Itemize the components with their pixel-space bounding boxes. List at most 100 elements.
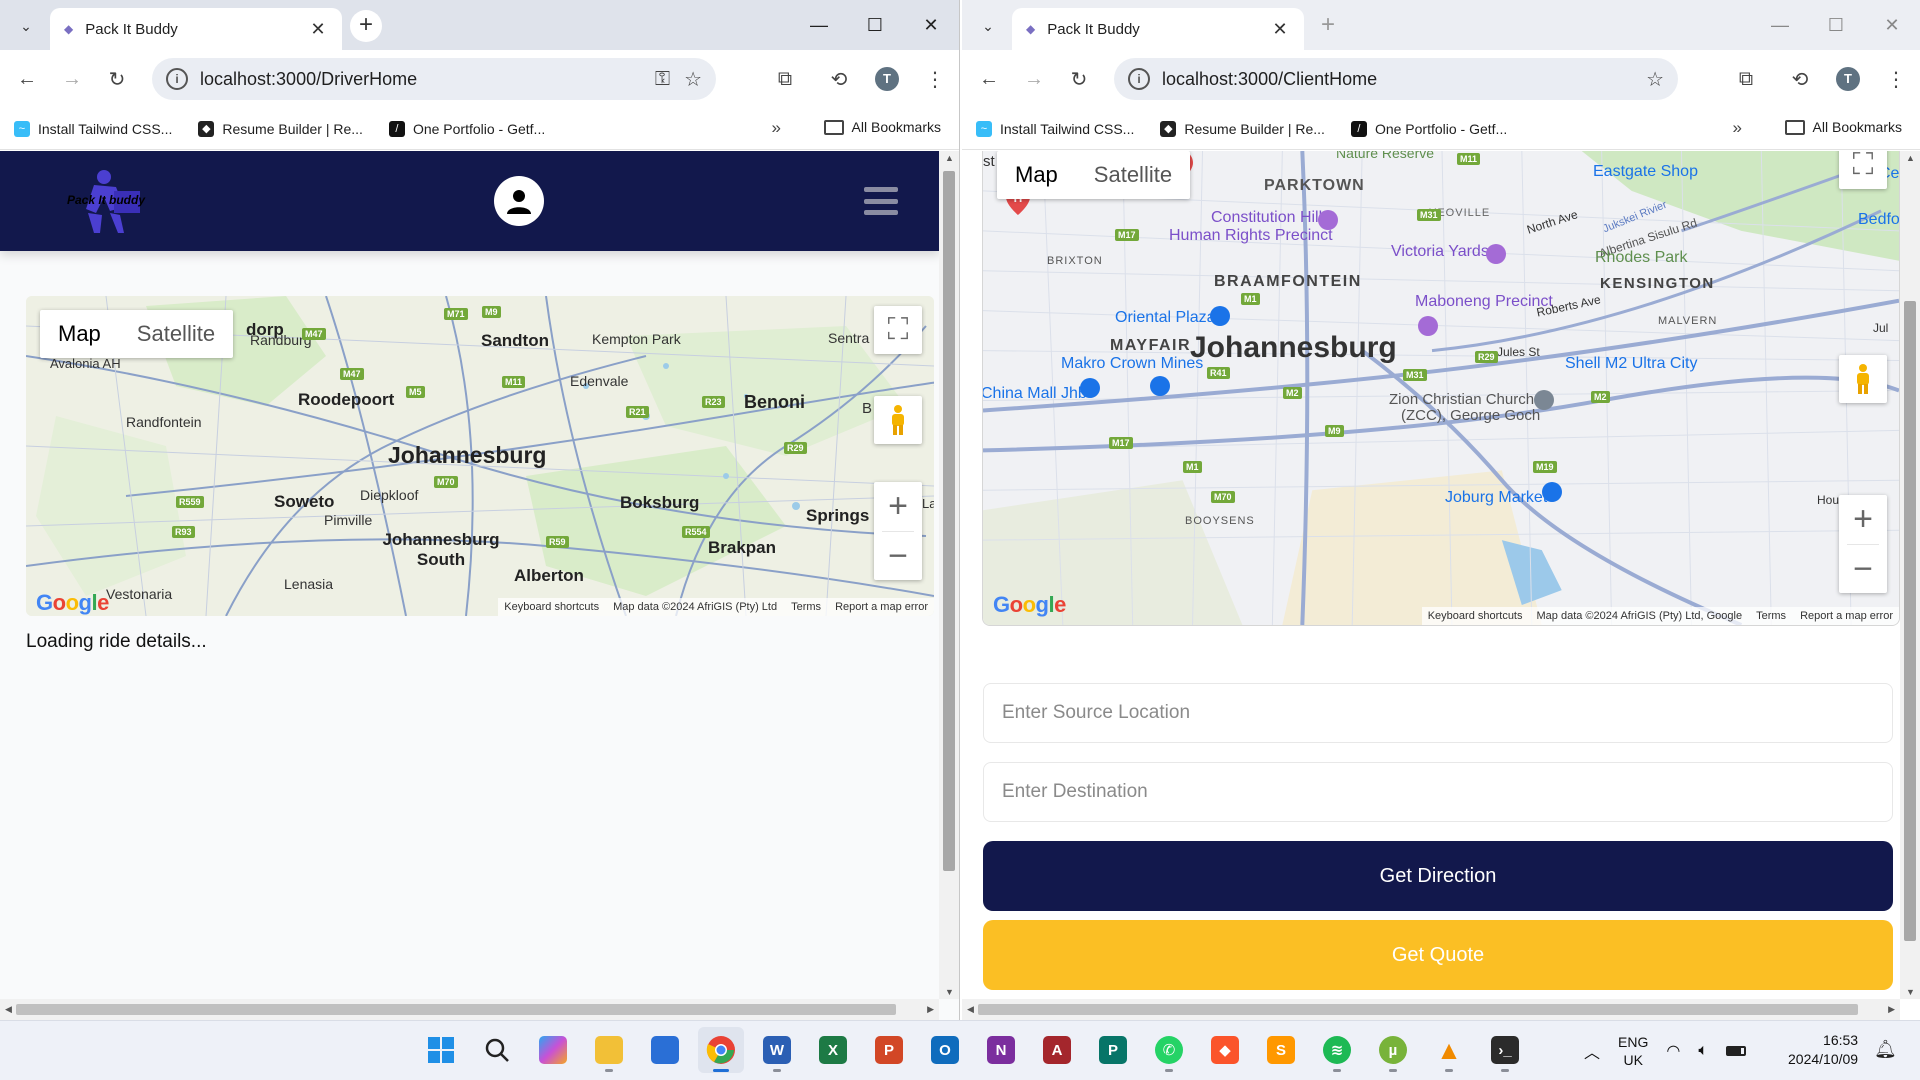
shopping-pin-icon[interactable] [1079,377,1101,399]
pegman-street-view-icon[interactable] [874,396,922,444]
notification-bell-icon[interactable]: 🔔︎ [1874,1039,1897,1060]
tab-search-chevron-icon[interactable]: ⌄ [14,14,38,38]
scroll-thumb[interactable] [1904,301,1916,941]
get-direction-button[interactable]: Get Direction [983,841,1893,911]
word-icon[interactable]: W [754,1027,800,1073]
whatsapp-icon[interactable]: ✆ [1146,1027,1192,1073]
scroll-thumb[interactable] [943,171,955,871]
sublime-text-icon[interactable]: S [1258,1027,1304,1073]
more-bookmarks-icon[interactable]: » [1733,118,1742,138]
reload-icon[interactable]: ↻ [99,61,135,97]
wifi-icon[interactable]: ◠ [1666,1041,1680,1061]
keyboard-shortcuts-link[interactable]: Keyboard shortcuts [504,601,599,613]
tab-close-icon[interactable]: ✕ [1270,19,1290,40]
site-info-icon[interactable]: i [1128,68,1150,90]
profile-avatar[interactable]: T [1836,67,1860,91]
windows-start-icon[interactable] [418,1027,464,1073]
shopping-pin-icon[interactable] [1209,305,1231,327]
profile-button[interactable] [494,176,544,226]
report-error-link[interactable]: Report a map error [835,601,928,613]
access-icon[interactable]: A [1034,1027,1080,1073]
minimize-icon[interactable]: — [1752,0,1808,50]
brave-icon[interactable]: ◆ [1202,1027,1248,1073]
scroll-right-icon[interactable]: ▶ [927,1004,934,1015]
more-bookmarks-icon[interactable]: » [772,118,781,138]
scroll-thumb[interactable] [978,1004,1858,1015]
scroll-right-icon[interactable]: ▶ [1888,1004,1895,1015]
scroll-up-icon[interactable]: ▲ [1906,153,1915,163]
back-icon[interactable]: ← [971,61,1007,97]
bookmark-item[interactable]: / One Portfolio - Getf... [1350,120,1507,137]
bookmark-item[interactable]: ~ Install Tailwind CSS... [976,120,1134,137]
tab-close-icon[interactable]: ✕ [308,19,328,40]
zoom-out-icon[interactable]: − [874,532,922,581]
address-bar[interactable]: i localhost:3000/ClientHome ☆ [1114,58,1678,100]
shopping-pin-icon[interactable] [1541,481,1563,503]
zoom-out-icon[interactable]: − [1839,545,1887,594]
clock[interactable]: 16:53 2024/10/09 [1788,1031,1858,1069]
browser-tab[interactable]: ◆ Pack It Buddy ✕ [50,8,342,50]
zoom-in-icon[interactable]: + [874,482,922,531]
tab-search-chevron-icon[interactable]: ⌄ [976,14,1000,38]
bookmark-star-icon[interactable]: ☆ [684,67,702,92]
fullscreen-icon[interactable]: ⛶ [1839,151,1887,189]
keyboard-shortcuts-link[interactable]: Keyboard shortcuts [1428,610,1523,622]
horizontal-scrollbar[interactable]: ◀ ▶ [0,999,939,1020]
new-tab-button[interactable]: + [350,10,382,42]
vertical-scrollbar[interactable]: ▲ ▼ [1900,151,1920,999]
bookmark-item[interactable]: ◆ Resume Builder | Re... [198,120,363,137]
terms-link[interactable]: Terms [1756,610,1786,622]
hamburger-menu-icon[interactable] [864,187,898,215]
map-type-satellite-button[interactable]: Satellite [119,310,233,358]
bookmark-item[interactable]: ◆ Resume Builder | Re... [1160,120,1325,137]
app-logo[interactable]: Pack It buddy [64,167,148,237]
bookmark-star-icon[interactable]: ☆ [1646,67,1664,92]
destination-input[interactable]: Enter Destination [983,762,1893,822]
landmark-pin-icon[interactable] [1317,209,1339,231]
zoom-in-icon[interactable]: + [1839,495,1887,544]
outlook-icon[interactable]: O [922,1027,968,1073]
close-window-icon[interactable]: ✕ [1864,0,1920,50]
all-bookmarks-button[interactable]: All Bookmarks [823,119,941,135]
scroll-down-icon[interactable]: ▼ [1906,987,1915,997]
password-key-icon[interactable]: ⚿ [655,68,670,91]
spotify-icon[interactable]: ≋ [1314,1027,1360,1073]
scroll-down-icon[interactable]: ▼ [945,987,954,997]
landmark-pin-icon[interactable] [1417,315,1439,337]
history-icon[interactable]: ⟲ [1782,61,1818,97]
pegman-street-view-icon[interactable] [1839,355,1887,403]
file-explorer-icon[interactable] [586,1027,632,1073]
vlc-icon[interactable]: ▲ [1426,1027,1472,1073]
copilot-icon[interactable] [530,1027,576,1073]
report-error-link[interactable]: Report a map error [1800,610,1893,622]
address-bar[interactable]: i localhost:3000/DriverHome ⚿ ☆ [152,58,716,100]
reload-icon[interactable]: ↻ [1061,61,1097,97]
close-window-icon[interactable]: ✕ [903,0,959,50]
minimize-icon[interactable]: — [791,0,847,50]
vertical-scrollbar[interactable]: ▲ ▼ [939,151,959,999]
volume-icon[interactable]: 🔈︎ [1698,1042,1708,1060]
map-type-map-button[interactable]: Map [40,310,119,358]
fullscreen-icon[interactable]: ⛶ [874,306,922,354]
chrome-icon[interactable] [698,1027,744,1073]
publisher-icon[interactable]: P [1090,1027,1136,1073]
shopping-pin-icon[interactable] [1149,375,1171,397]
url-text[interactable]: localhost:3000/DriverHome [200,69,641,90]
get-quote-button[interactable]: Get Quote [983,920,1893,990]
search-icon[interactable] [474,1027,520,1073]
profile-avatar[interactable]: T [875,67,899,91]
microsoft-store-icon[interactable] [642,1027,688,1073]
browser-tab[interactable]: ◆ Pack It Buddy ✕ [1012,8,1304,50]
scroll-up-icon[interactable]: ▲ [945,153,954,163]
excel-icon[interactable]: X [810,1027,856,1073]
horizontal-scrollbar[interactable]: ◀ ▶ [962,999,1900,1020]
all-bookmarks-button[interactable]: All Bookmarks [1784,119,1902,135]
utorrent-icon[interactable]: µ [1370,1027,1416,1073]
extensions-icon[interactable]: ⧉ [1728,61,1764,97]
driver-map[interactable]: Randburg Sandton Kempton Park Sentra Ava… [26,296,934,616]
terminal-icon[interactable]: ›_ [1482,1027,1528,1073]
scroll-left-icon[interactable]: ◀ [967,1004,974,1015]
client-map[interactable]: Nature Reserve st PARKTOWN YEOVILLE East… [982,151,1900,626]
language-indicator[interactable]: ENG UK [1618,1033,1648,1069]
url-text[interactable]: localhost:3000/ClientHome [1162,69,1632,90]
